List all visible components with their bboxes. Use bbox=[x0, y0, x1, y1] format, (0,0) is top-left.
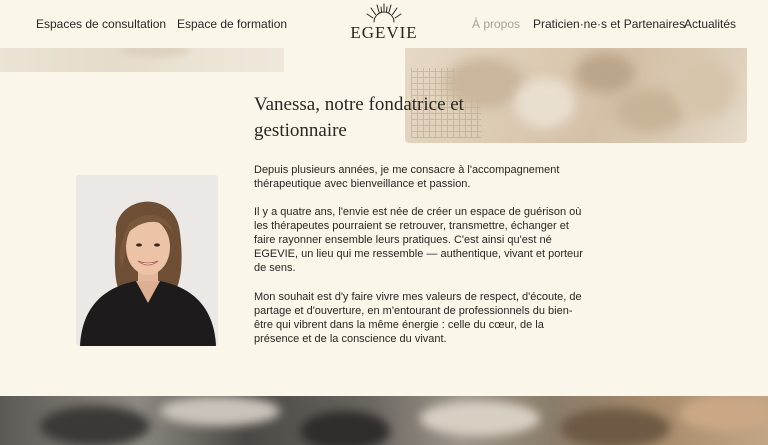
founder-portrait bbox=[76, 175, 218, 346]
decorative-photo-left bbox=[0, 42, 284, 72]
about-paragraph-1: Depuis plusieurs années, je me consacre … bbox=[254, 164, 560, 190]
nav-espaces-consultation[interactable]: Espaces de consultation bbox=[36, 16, 166, 32]
about-title: Vanessa, notre fondatrice et gestionnair… bbox=[254, 94, 464, 141]
logo-text: EGEVIE bbox=[350, 23, 418, 42]
nav-espace-formation[interactable]: Espace de formation bbox=[177, 16, 287, 32]
site-header: Espaces de consultation Espace de format… bbox=[0, 0, 768, 48]
egevie-logo[interactable]: EGEVIE bbox=[345, 3, 423, 45]
bottom-photo bbox=[0, 396, 768, 445]
about-paragraph-3: Mon souhait est d'y faire vivre mes vale… bbox=[254, 291, 582, 345]
sun-rays-icon bbox=[366, 3, 402, 23]
portrait-illustration bbox=[76, 175, 218, 346]
nav-actualites[interactable]: Actualités bbox=[684, 16, 736, 32]
nav-a-propos[interactable]: À propos bbox=[472, 16, 520, 32]
nav-praticiens-partenaires[interactable]: Praticien·ne·s et Partenaires bbox=[533, 16, 685, 32]
about-paragraph-2: Il y a quatre ans, l'envie est née de cr… bbox=[254, 206, 583, 274]
